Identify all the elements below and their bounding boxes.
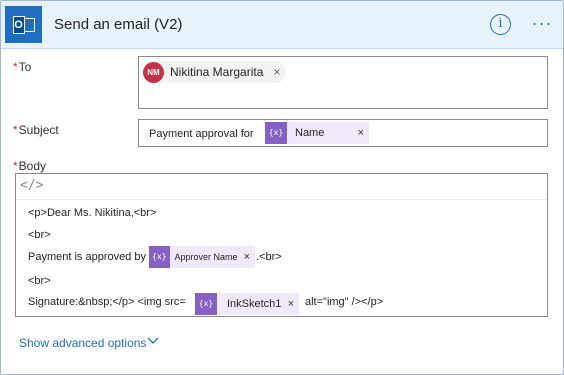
- body-line-2: <br>: [28, 229, 51, 241]
- dynamic-content-icon: {x}: [265, 122, 287, 144]
- required-mark: *: [13, 159, 18, 173]
- subject-text: Payment approval for: [149, 128, 254, 140]
- body-line-3-prefix: Payment is approved by: [28, 251, 147, 263]
- body-label: *Body: [13, 159, 46, 173]
- outlook-icon: O: [5, 6, 42, 43]
- outlook-glyph: O: [12, 15, 35, 35]
- body-field[interactable]: </> <p>Dear Ms. Nikitina,<br> <br> Payme…: [15, 173, 548, 317]
- subject-label-text: Subject: [18, 123, 59, 137]
- body-toolbar: </>: [16, 174, 547, 200]
- remove-token-icon[interactable]: ×: [244, 251, 255, 263]
- body-line-5-prefix: Signature:&nbsp;</p> <img src=: [28, 296, 186, 308]
- avatar: NM: [143, 61, 164, 83]
- body-line-4: <br>: [28, 275, 51, 287]
- dynamic-token-name[interactable]: {x} Name ×: [265, 122, 369, 144]
- recipient-chip[interactable]: NM Nikitina Margarita ×: [143, 61, 287, 83]
- recipient-name: Nikitina Margarita: [170, 65, 264, 79]
- token-label: Approver Name: [174, 252, 238, 262]
- dynamic-content-icon: {x}: [195, 293, 217, 315]
- remove-token-icon[interactable]: ×: [288, 298, 299, 310]
- show-advanced-options-link[interactable]: Show advanced options: [19, 336, 146, 350]
- body-line-5-suffix: alt="img" /></p>: [305, 296, 384, 308]
- to-label-text: To: [18, 60, 32, 74]
- chevron-down-icon[interactable]: [146, 334, 160, 348]
- required-mark: *: [13, 60, 18, 74]
- required-mark: *: [13, 123, 18, 137]
- outlook-letter: O: [12, 15, 25, 34]
- dynamic-token-inksketch[interactable]: {x} InkSketch1 ×: [195, 293, 299, 315]
- subject-label: *Subject: [13, 123, 59, 137]
- subject-field[interactable]: Payment approval for {x} Name ×: [138, 119, 548, 147]
- token-label: InkSketch1: [227, 298, 282, 310]
- remove-recipient-icon[interactable]: ×: [273, 65, 280, 79]
- action-header[interactable]: O Send an email (V2) i ···: [1, 1, 563, 49]
- dynamic-token-approver-name[interactable]: {x} Approver Name ×: [149, 246, 255, 268]
- body-line-3-suffix: .<br>: [256, 251, 282, 263]
- action-title[interactable]: Send an email (V2): [54, 16, 182, 33]
- token-label: Name: [295, 127, 325, 139]
- code-view-icon[interactable]: </>: [20, 178, 43, 193]
- info-icon[interactable]: i: [490, 14, 511, 35]
- body-label-text: Body: [18, 159, 47, 173]
- action-card: O Send an email (V2) i ··· *To NM Nikiti…: [0, 0, 564, 375]
- to-field[interactable]: NM Nikitina Margarita ×: [138, 56, 548, 109]
- to-label: *To: [13, 60, 31, 74]
- dynamic-content-icon: {x}: [149, 246, 170, 268]
- remove-token-icon[interactable]: ×: [358, 127, 369, 139]
- body-line-1: <p>Dear Ms. Nikitina,<br>: [28, 207, 157, 219]
- more-options-icon[interactable]: ···: [530, 13, 554, 33]
